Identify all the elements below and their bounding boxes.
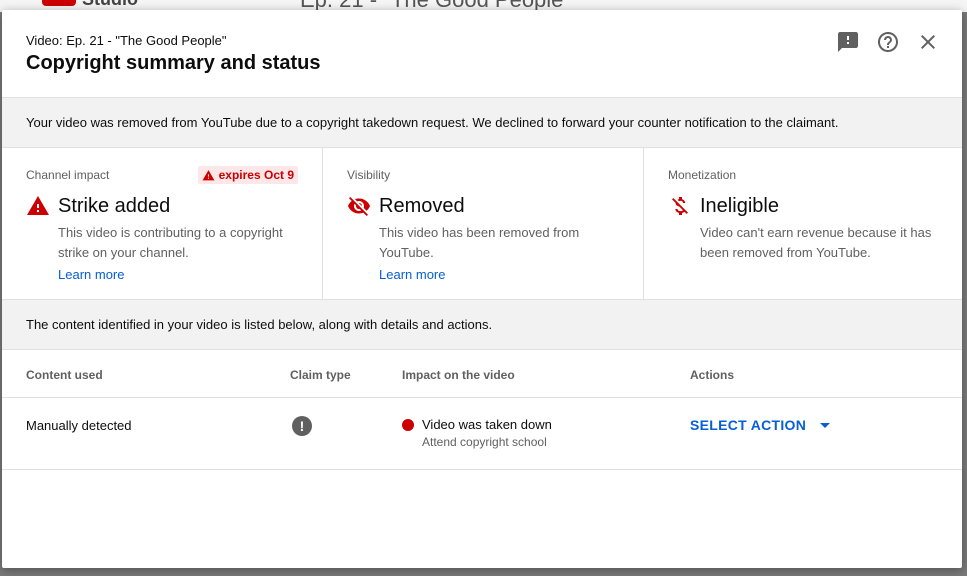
dialog-subtitle: Video: Ep. 21 - "The Good People": [26, 33, 227, 48]
col-actions: Actions: [690, 368, 735, 382]
youtube-logo: [42, 0, 76, 6]
warning-icon: [26, 194, 50, 218]
card-value-row: Strike added: [26, 194, 298, 218]
card-visibility: Visibility Removed This video has been r…: [323, 148, 644, 299]
feedback-icon[interactable]: [836, 30, 860, 54]
card-monetization: Monetization Ineligible Video can't earn…: [644, 148, 962, 299]
table-row: Manually detected ! Video was taken down…: [2, 398, 962, 470]
col-content-used: Content used: [26, 368, 103, 382]
removal-notice: Your video was removed from YouTube due …: [2, 97, 962, 148]
card-value-row: Removed: [347, 194, 619, 218]
close-icon[interactable]: [916, 30, 940, 54]
status-cards: Channel impact expires Oct 9 Strike adde…: [2, 148, 962, 300]
expires-badge: expires Oct 9: [197, 166, 298, 184]
card-value: Removed: [379, 194, 465, 217]
help-icon[interactable]: [876, 30, 900, 54]
table-header: Content used Claim type Impact on the vi…: [2, 350, 962, 398]
dialog-header: Video: Ep. 21 - "The Good People" Copyri…: [2, 10, 962, 97]
card-value-row: Ineligible: [668, 194, 940, 218]
col-impact: Impact on the video: [402, 368, 515, 382]
content-section-notice: The content identified in your video is …: [2, 300, 962, 350]
impact-sub: Attend copyright school: [422, 435, 547, 449]
card-label: Visibility: [347, 168, 391, 182]
dialog-title: Copyright summary and status: [26, 52, 321, 74]
studio-label: Studio: [82, 0, 138, 10]
exclamation-icon[interactable]: !: [292, 416, 312, 436]
col-claim-type: Claim type: [290, 368, 351, 382]
card-label: Monetization: [668, 168, 737, 182]
learn-more-link[interactable]: Learn more: [379, 267, 445, 282]
impact-main: Video was taken down: [422, 417, 552, 432]
card-channel-impact: Channel impact expires Oct 9 Strike adde…: [2, 148, 323, 299]
card-value: Ineligible: [700, 194, 779, 217]
copyright-dialog: Video: Ep. 21 - "The Good People" Copyri…: [2, 10, 962, 568]
chevron-down-icon: [820, 422, 831, 428]
visibility-off-icon: [347, 194, 371, 218]
warning-icon: [202, 169, 215, 180]
select-action-button[interactable]: SELECT ACTION: [690, 417, 831, 433]
header-actions: [836, 30, 940, 54]
learn-more-link[interactable]: Learn more: [58, 267, 124, 282]
card-description: Video can't earn revenue because it has …: [700, 225, 932, 260]
card-value: Strike added: [58, 194, 171, 217]
expires-text: expires Oct 9: [218, 168, 294, 182]
status-dot-icon: [402, 419, 414, 431]
money-off-icon: [668, 194, 692, 218]
content-used-value: Manually detected: [26, 418, 132, 433]
select-action-label: SELECT ACTION: [690, 417, 807, 433]
card-description: This video has been removed from YouTube…: [379, 225, 580, 260]
card-description: This video is contributing to a copyrigh…: [58, 225, 283, 260]
